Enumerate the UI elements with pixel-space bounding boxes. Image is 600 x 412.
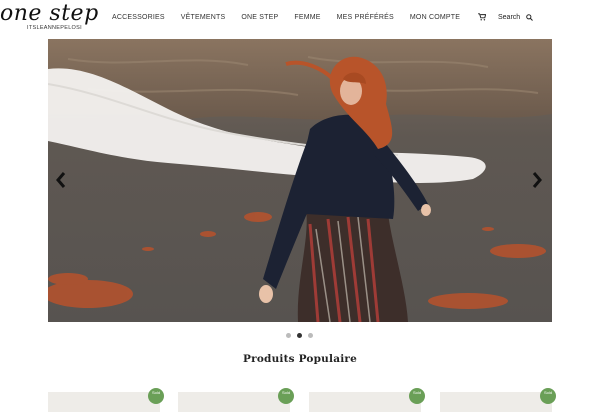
hero-slider[interactable]: [48, 39, 552, 322]
cart-icon[interactable]: [478, 13, 486, 21]
chevron-left-icon: [56, 172, 66, 188]
nav-item-vetements[interactable]: VÊTEMENTS: [173, 14, 234, 21]
slider-dots: [286, 333, 313, 338]
logo-subtitle: ITSLEANNEPELOSI: [27, 25, 82, 31]
header-tools: Search: [478, 13, 534, 21]
search-icon[interactable]: [526, 13, 534, 21]
product-card[interactable]: Sold: [48, 388, 164, 412]
slider-dot-3[interactable]: [308, 333, 313, 338]
slider-next-button[interactable]: [530, 171, 544, 189]
chevron-right-icon: [532, 172, 542, 188]
slider-dot-2[interactable]: [297, 333, 302, 338]
sale-badge: Sold: [148, 388, 164, 404]
product-card[interactable]: Sold: [309, 388, 425, 412]
main-nav: ACCESSORIES VÊTEMENTS ONE STEP FEMME MES…: [104, 14, 468, 21]
site-header: one step ITSLEANNEPELOSI ACCESSORIES VÊT…: [0, 0, 600, 38]
product-card[interactable]: Sold: [178, 388, 294, 412]
nav-item-accessories[interactable]: ACCESSORIES: [104, 14, 173, 21]
sale-badge: Sold: [278, 388, 294, 404]
nav-item-femme[interactable]: FEMME: [286, 14, 328, 21]
product-card[interactable]: Sold: [440, 388, 556, 412]
slider-dot-1[interactable]: [286, 333, 291, 338]
nav-item-one-step[interactable]: ONE STEP: [233, 14, 286, 21]
nav-item-mes-preferes[interactable]: MES PRÉFÉRÉS: [329, 14, 402, 21]
nav-item-mon-compte[interactable]: MON COMPTE: [402, 14, 468, 21]
site-logo[interactable]: one step: [0, 3, 99, 25]
section-title: Produits Populaire: [243, 353, 357, 365]
slider-prev-button[interactable]: [54, 171, 68, 189]
search-label[interactable]: Search: [498, 14, 520, 21]
sale-badge: Sold: [540, 388, 556, 404]
product-grid: Sold Sold Sold Sold: [48, 388, 556, 412]
sale-badge: Sold: [409, 388, 425, 404]
hero-image: [48, 39, 552, 322]
